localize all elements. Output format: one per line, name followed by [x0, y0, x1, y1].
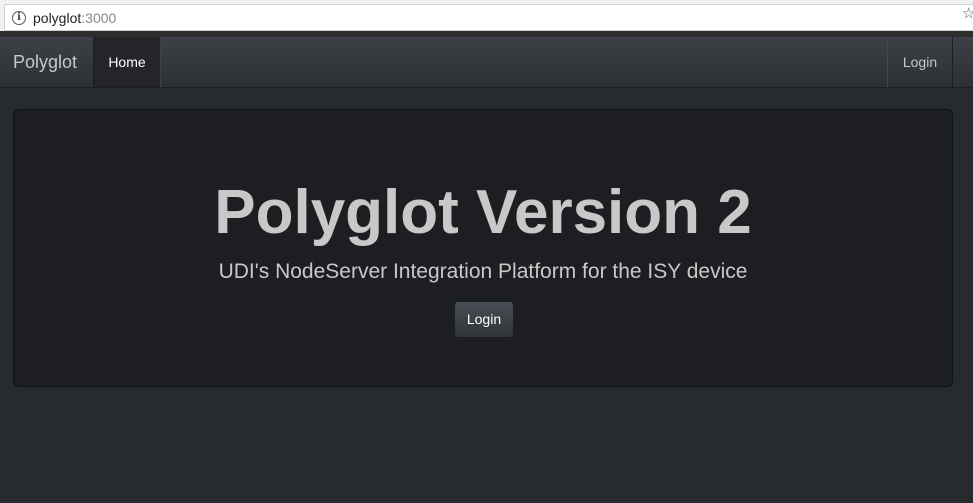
browser-toolbar: i polyglot:3000 ☆	[0, 0, 973, 37]
info-icon[interactable]: i	[12, 11, 26, 25]
star-icon[interactable]: ☆	[962, 4, 973, 22]
url-port: :3000	[81, 10, 117, 26]
navbar-brand[interactable]: Polyglot	[13, 52, 77, 73]
navbar: Polyglot Home Login	[0, 37, 973, 88]
jumbotron: Polyglot Version 2 UDI's NodeServer Inte…	[13, 109, 953, 387]
nav-item-home[interactable]: Home	[93, 37, 161, 87]
page-subtitle: UDI's NodeServer Integration Platform fo…	[218, 260, 748, 283]
url-text[interactable]: polyglot:3000	[33, 10, 116, 26]
url-host: polyglot	[33, 10, 82, 26]
nav-item-login[interactable]: Login	[887, 37, 953, 87]
login-button[interactable]: Login	[454, 301, 514, 338]
address-bar[interactable]: i polyglot:3000	[4, 4, 973, 31]
page-title: Polyglot Version 2	[214, 178, 752, 247]
